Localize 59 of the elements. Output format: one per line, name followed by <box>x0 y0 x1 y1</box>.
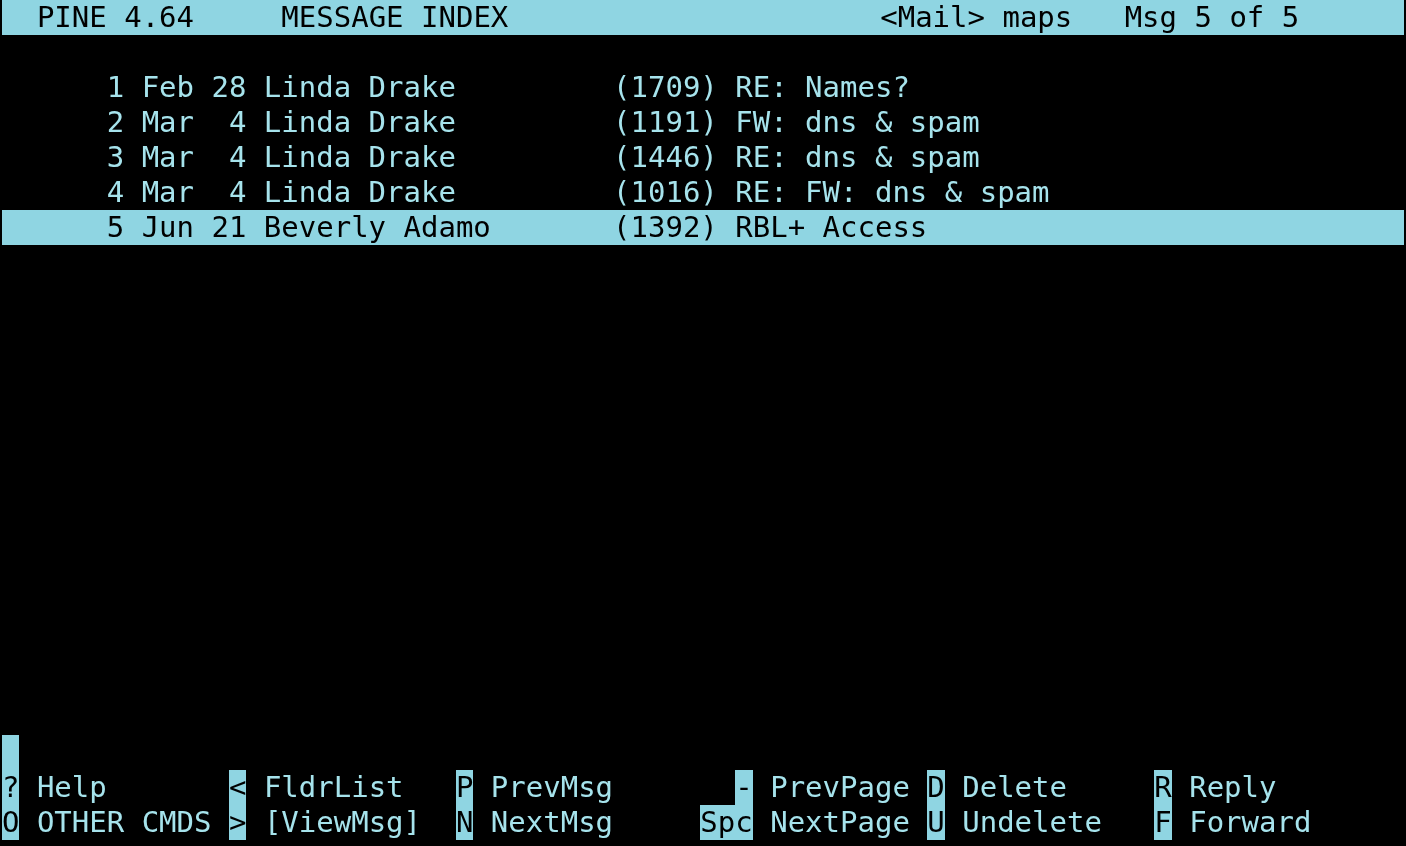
command-label: Reply <box>1189 770 1277 805</box>
message-size: (1016) <box>613 175 718 210</box>
shortcut-key: D <box>927 770 945 805</box>
shortcut-key: < <box>228 770 247 805</box>
message-number: 2 <box>105 105 125 140</box>
message-subject: RBL+ Access <box>735 210 928 245</box>
shortcut-key: P <box>455 770 474 805</box>
command-label: FldrList <box>263 770 404 805</box>
message-number: 3 <box>105 140 125 175</box>
program-version: PINE 4.64 <box>36 0 196 35</box>
sender-name: Linda Drake <box>263 175 457 210</box>
shortcut-key: R <box>1154 770 1172 805</box>
message-row[interactable]: 4 Mar 4 Linda Drake (1016) RE: FW: dns & spam <box>2 175 1404 210</box>
cursor-block <box>2 735 20 770</box>
shortcut-key: Spc <box>700 805 753 840</box>
screen-title: MESSAGE INDEX <box>281 0 510 35</box>
sender-name: Linda Drake <box>263 105 457 140</box>
command-label: PrevPage <box>770 770 910 805</box>
message-subject: FW: dns & spam <box>735 105 980 140</box>
shortcut-key: F <box>1154 805 1172 840</box>
sender-name: Beverly Adamo <box>263 210 492 245</box>
message-size: (1191) <box>613 105 718 140</box>
shortcut-key: ? <box>2 770 20 805</box>
command-label: NextPage <box>770 805 910 840</box>
message-size: (1446) <box>613 140 718 175</box>
message-number: 4 <box>105 175 125 210</box>
command-label: [ViewMsg] <box>263 805 421 840</box>
message-subject: RE: FW: dns & spam <box>735 175 1050 210</box>
message-date: Mar 4 <box>141 140 247 175</box>
shortcut-key: > <box>228 805 247 840</box>
message-size: (1392) <box>613 210 718 245</box>
shortcut-key: - <box>735 770 753 805</box>
message-subject: RE: Names? <box>735 70 910 105</box>
message-date: Mar 4 <box>141 175 247 210</box>
message-number: 5 <box>105 210 125 245</box>
shortcut-key: N <box>455 805 474 840</box>
command-label: Delete <box>962 770 1067 805</box>
message-position: Msg 5 of 5 <box>1124 0 1301 35</box>
shortcut-key: O <box>2 805 20 840</box>
folder-name: <Mail> maps <box>880 0 1074 35</box>
sender-name: Linda Drake <box>263 140 457 175</box>
command-label: Forward <box>1189 805 1312 840</box>
message-row[interactable]: 2 Mar 4 Linda Drake (1191) FW: dns & spam <box>2 105 1404 140</box>
message-row[interactable]: 3 Mar 4 Linda Drake (1446) RE: dns & spam <box>2 140 1404 175</box>
message-date: Feb 28 <box>141 70 247 105</box>
message-row[interactable]: 5 Jun 21 Beverly Adamo (1392) RBL+ Access <box>2 210 1404 245</box>
command-label: Help <box>36 770 107 805</box>
sender-name: Linda Drake <box>263 70 457 105</box>
command-label: Undelete <box>962 805 1102 840</box>
message-number: 1 <box>105 70 125 105</box>
message-subject: RE: dns & spam <box>735 140 980 175</box>
command-label: NextMsg <box>490 805 614 840</box>
message-date: Mar 4 <box>141 105 247 140</box>
message-row[interactable]: 1 Feb 28 Linda Drake (1709) RE: Names? <box>2 70 1404 105</box>
shortcut-key: U <box>927 805 945 840</box>
command-label: OTHER CMDS <box>36 805 212 840</box>
command-label: PrevMsg <box>490 770 614 805</box>
message-size: (1709) <box>613 70 718 105</box>
message-date: Jun 21 <box>141 210 247 245</box>
